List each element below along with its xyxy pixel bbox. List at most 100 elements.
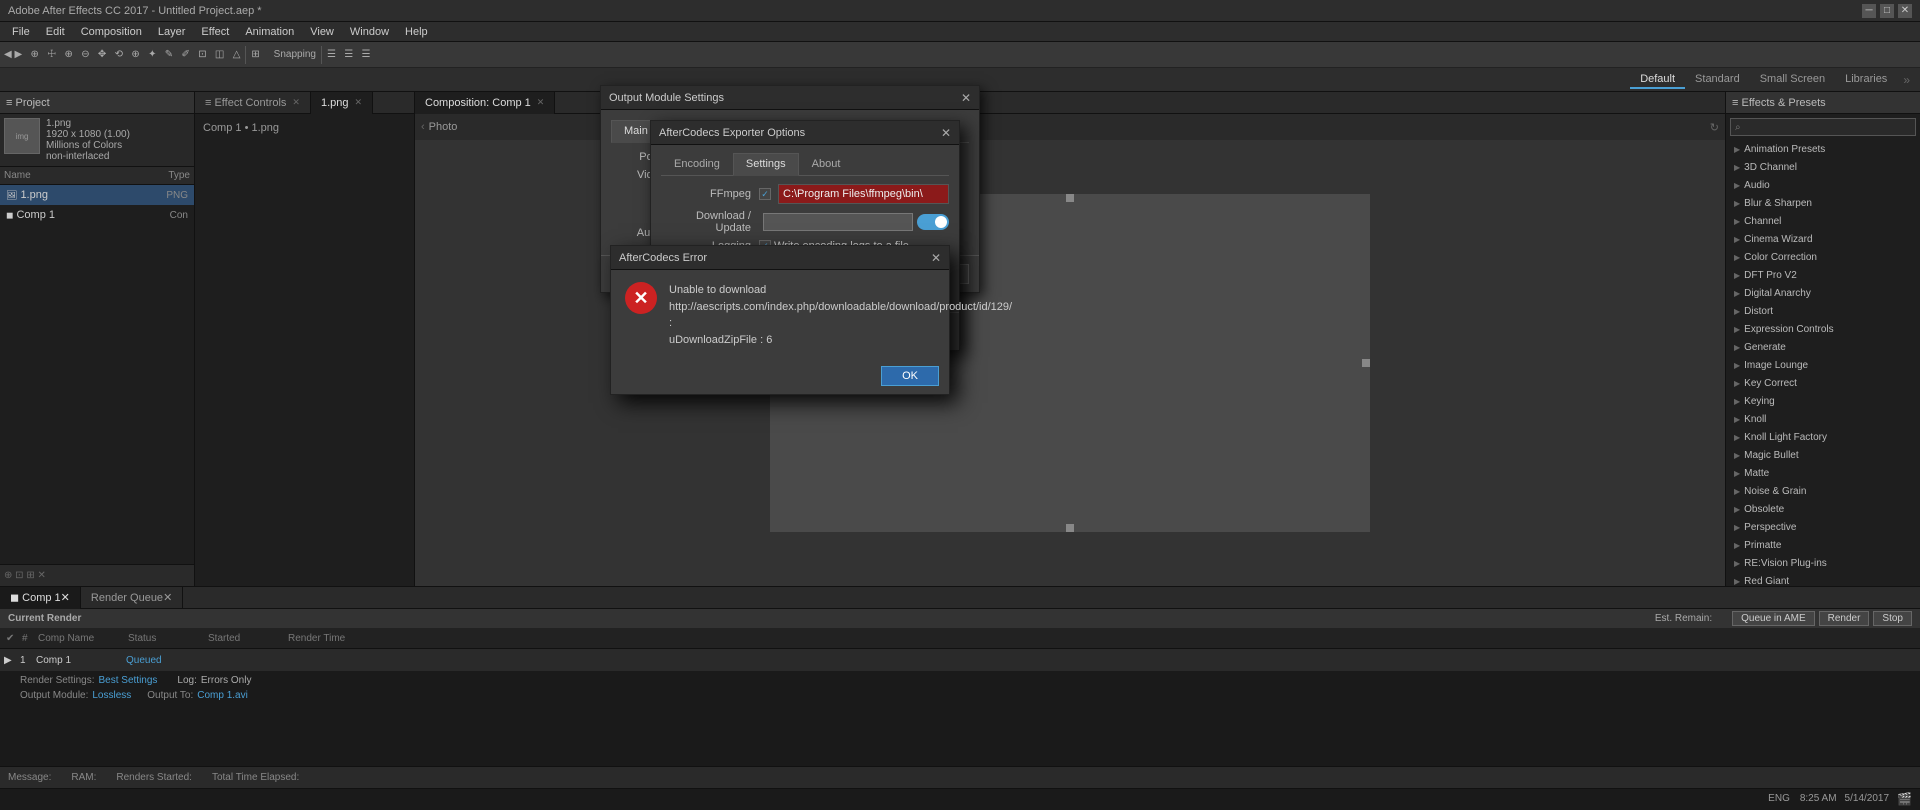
ot-label: Output To: — [147, 690, 193, 701]
comp1-timeline-icon: ◼ — [10, 591, 19, 604]
render-btn[interactable]: Render — [1819, 611, 1870, 626]
effect-blur-sharpen[interactable]: Blur & Sharpen — [1726, 194, 1920, 212]
workspace-default[interactable]: Default — [1630, 71, 1685, 89]
tab-effect-controls[interactable]: ≡ Effect Controls ✕ — [195, 92, 311, 114]
effect-dft-pro[interactable]: DFT Pro V2 — [1726, 266, 1920, 284]
tab-settings[interactable]: Settings — [733, 153, 799, 176]
effect-distort[interactable]: Distort — [1726, 302, 1920, 320]
effect-image-lounge[interactable]: Image Lounge — [1726, 356, 1920, 374]
render-row-1[interactable]: ▶ 1 Comp 1 Queued — [0, 649, 1920, 671]
ffmpeg-label: FFmpeg — [661, 188, 751, 200]
item-interlace: non-interlaced — [46, 151, 130, 162]
menu-help[interactable]: Help — [397, 24, 436, 40]
download-toggle[interactable] — [917, 214, 949, 230]
workspace-libraries[interactable]: Libraries — [1835, 71, 1897, 89]
tab-ec-close[interactable]: ✕ — [292, 97, 300, 108]
menu-window[interactable]: Window — [342, 24, 397, 40]
om-value[interactable]: Lossless — [92, 690, 131, 701]
effect-digital-anarchy[interactable]: Digital Anarchy — [1726, 284, 1920, 302]
effect-animation-presets[interactable]: Animation Presets — [1726, 140, 1920, 158]
project-item-comp1[interactable]: ◼ Comp 1 Con — [0, 205, 194, 225]
effect-obsolete[interactable]: Obsolete — [1726, 500, 1920, 518]
effect-noise-grain[interactable]: Noise & Grain — [1726, 482, 1920, 500]
effect-color-correction[interactable]: Color Correction — [1726, 248, 1920, 266]
effect-revision[interactable]: RE:Vision Plug-ins — [1726, 554, 1920, 572]
close-button[interactable]: ✕ — [1898, 4, 1912, 18]
effects-title: Effects & Presets — [1741, 97, 1825, 109]
workspace-standard[interactable]: Standard — [1685, 71, 1750, 89]
error-ok-btn[interactable]: OK — [881, 366, 939, 386]
minimize-button[interactable]: ─ — [1862, 4, 1876, 18]
error-body: ✕ Unable to download http://aescripts.co… — [611, 270, 949, 360]
menu-composition[interactable]: Composition — [73, 24, 150, 40]
tab-1png[interactable]: 1.png ✕ — [311, 92, 373, 114]
tab-about[interactable]: About — [799, 153, 854, 175]
tab-comp1-viewer[interactable]: Composition: Comp 1 ✕ — [415, 92, 555, 114]
effect-3d-channel[interactable]: 3D Channel — [1726, 158, 1920, 176]
menu-layer[interactable]: Layer — [150, 24, 194, 40]
effect-perspective[interactable]: Perspective — [1726, 518, 1920, 536]
effect-matte[interactable]: Matte — [1726, 464, 1920, 482]
ffmpeg-path-input[interactable] — [778, 184, 949, 204]
download-update-input[interactable] — [763, 213, 913, 231]
menu-bar: File Edit Composition Layer Effect Anima… — [0, 22, 1920, 42]
download-update-label: Download / Update — [661, 210, 751, 234]
effect-audio[interactable]: Audio — [1726, 176, 1920, 194]
error-icon: ✕ — [625, 282, 657, 314]
restore-button[interactable]: □ — [1880, 4, 1894, 18]
handle-bottom[interactable] — [1066, 524, 1074, 532]
tab-1png-close[interactable]: ✕ — [355, 97, 363, 108]
menu-effect[interactable]: Effect — [193, 24, 237, 40]
rs-value[interactable]: Best Settings — [99, 675, 158, 686]
menu-animation[interactable]: Animation — [237, 24, 302, 40]
controls-tabs: ≡ Effect Controls ✕ 1.png ✕ — [195, 92, 414, 114]
comp1-timeline-close[interactable]: ✕ — [61, 591, 70, 604]
col-render-arrow: # — [22, 633, 38, 644]
handle-top[interactable] — [1066, 194, 1074, 202]
tab-render-queue[interactable]: Render Queue ✕ — [81, 587, 183, 609]
error-message: Unable to download http://aescripts.com/… — [669, 282, 1012, 348]
project-preview: img 1.png 1920 x 1080 (1.00) Millions of… — [0, 114, 194, 167]
menu-file[interactable]: File — [4, 24, 38, 40]
handle-right[interactable] — [1362, 359, 1370, 367]
workspace-overflow-icon[interactable]: » — [1897, 73, 1916, 87]
ffmpeg-check[interactable]: ✓ — [759, 188, 771, 200]
render-queue-close[interactable]: ✕ — [163, 591, 172, 604]
col-name: Name — [4, 170, 31, 181]
toolbar-snapping: ⊞ Snapping — [251, 49, 316, 60]
workspace-small-screen[interactable]: Small Screen — [1750, 71, 1835, 89]
output-module-close[interactable]: ✕ — [961, 91, 971, 105]
effect-channel[interactable]: Channel — [1726, 212, 1920, 230]
comp1-icon: ◼ — [6, 210, 13, 221]
project-footer-icons: ⊕ ⊡ ⊞ ✕ — [4, 570, 46, 581]
effects-panel-header: ≡ Effects & Presets — [1726, 92, 1920, 114]
error-dialog[interactable]: AfterCodecs Error ✕ ✕ Unable to download… — [610, 245, 950, 395]
ot-value[interactable]: Comp 1.avi — [197, 690, 248, 701]
tab-comp1-timeline[interactable]: ◼ Comp 1 ✕ — [0, 587, 81, 609]
col-render-status: Status — [128, 633, 208, 644]
col-render-started: Started — [208, 633, 288, 644]
effect-primatte[interactable]: Primatte — [1726, 536, 1920, 554]
effect-knoll-light[interactable]: Knoll Light Factory — [1726, 428, 1920, 446]
menu-edit[interactable]: Edit — [38, 24, 73, 40]
effect-expression[interactable]: Expression Controls — [1726, 320, 1920, 338]
viewer-back-btn[interactable]: ‹ — [421, 121, 425, 133]
effect-knoll[interactable]: Knoll — [1726, 410, 1920, 428]
tab-comp1-close[interactable]: ✕ — [537, 97, 545, 108]
effect-red-giant[interactable]: Red Giant — [1726, 572, 1920, 586]
queue-in-ame-btn[interactable]: Queue in AME — [1732, 611, 1814, 626]
error-close[interactable]: ✕ — [931, 251, 941, 265]
effect-magic-bullet[interactable]: Magic Bullet — [1726, 446, 1920, 464]
aftercodecs-close[interactable]: ✕ — [941, 126, 951, 140]
effect-keying[interactable]: Keying — [1726, 392, 1920, 410]
effect-key-correct[interactable]: Key Correct — [1726, 374, 1920, 392]
effects-search-input[interactable] — [1730, 118, 1916, 136]
menu-view[interactable]: View — [302, 24, 342, 40]
effect-generate[interactable]: Generate — [1726, 338, 1920, 356]
aftercodecs-titlebar: AfterCodecs Exporter Options ✕ — [651, 121, 959, 145]
viewer-refresh-btn[interactable]: ↻ — [1710, 121, 1719, 134]
project-item-1png[interactable]: 🖼 1.png PNG — [0, 185, 194, 205]
effect-cinema-wizard[interactable]: Cinema Wizard — [1726, 230, 1920, 248]
tab-encoding[interactable]: Encoding — [661, 153, 733, 175]
stop-btn[interactable]: Stop — [1873, 611, 1912, 626]
